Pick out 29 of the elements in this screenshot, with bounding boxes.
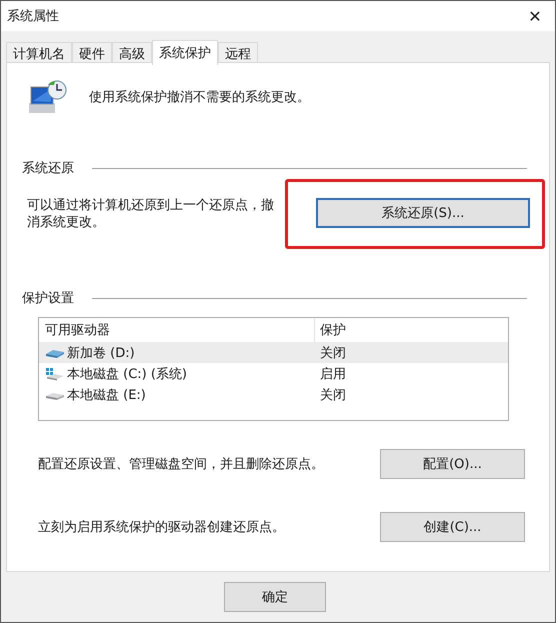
create-description: 立刻为启用系统保护的驱动器创建还原点。 (38, 519, 285, 536)
protection-status: 关闭 (319, 344, 346, 362)
protection-status: 启用 (319, 366, 346, 382)
intro-text: 使用系统保护撤消不需要的系统更改。 (89, 89, 310, 106)
create-button[interactable]: 创建(C)... (380, 512, 525, 542)
configure-description: 配置还原设置、管理磁盘空间，并且删除还原点。 (38, 456, 324, 473)
column-header[interactable]: 保护 (315, 321, 346, 339)
computer-clock-icon (27, 79, 69, 115)
window-title: 系统属性 (7, 8, 59, 25)
section-heading: 保护设置 (22, 290, 74, 307)
tab[interactable]: 计算机名 (6, 42, 72, 64)
drive-row[interactable]: 本地磁盘 (C:) (系统) 启用 (39, 363, 508, 384)
drive-name: 新加卷 (D:) (67, 344, 135, 362)
tab[interactable]: 硬件 (72, 42, 112, 64)
restore-description: 可以通过将计算机还原到上一个还原点，撤消系统更改。 (27, 197, 275, 231)
protection-status: 关闭 (319, 386, 346, 404)
tab[interactable]: 高级 (112, 42, 152, 64)
drive-row[interactable]: 本地磁盘 (E:) 关闭 (39, 384, 508, 405)
drive-row[interactable]: 新加卷 (D:) 关闭 (39, 342, 508, 363)
system-drive-icon (45, 366, 65, 380)
system-restore-button[interactable]: 系统还原(S)... (316, 198, 530, 228)
close-button[interactable]: ✕ (515, 1, 555, 31)
drive-name: 本地磁盘 (E:) (67, 386, 146, 404)
drive-name: 本地磁盘 (C:) (系统) (67, 366, 188, 382)
section-heading: 系统还原 (22, 160, 74, 177)
tab[interactable]: 系统保护 (152, 40, 218, 65)
configure-button[interactable]: 配置(O)... (380, 449, 525, 479)
ok-button[interactable]: 确定 (224, 582, 326, 612)
tab[interactable]: 远程 (218, 42, 258, 64)
